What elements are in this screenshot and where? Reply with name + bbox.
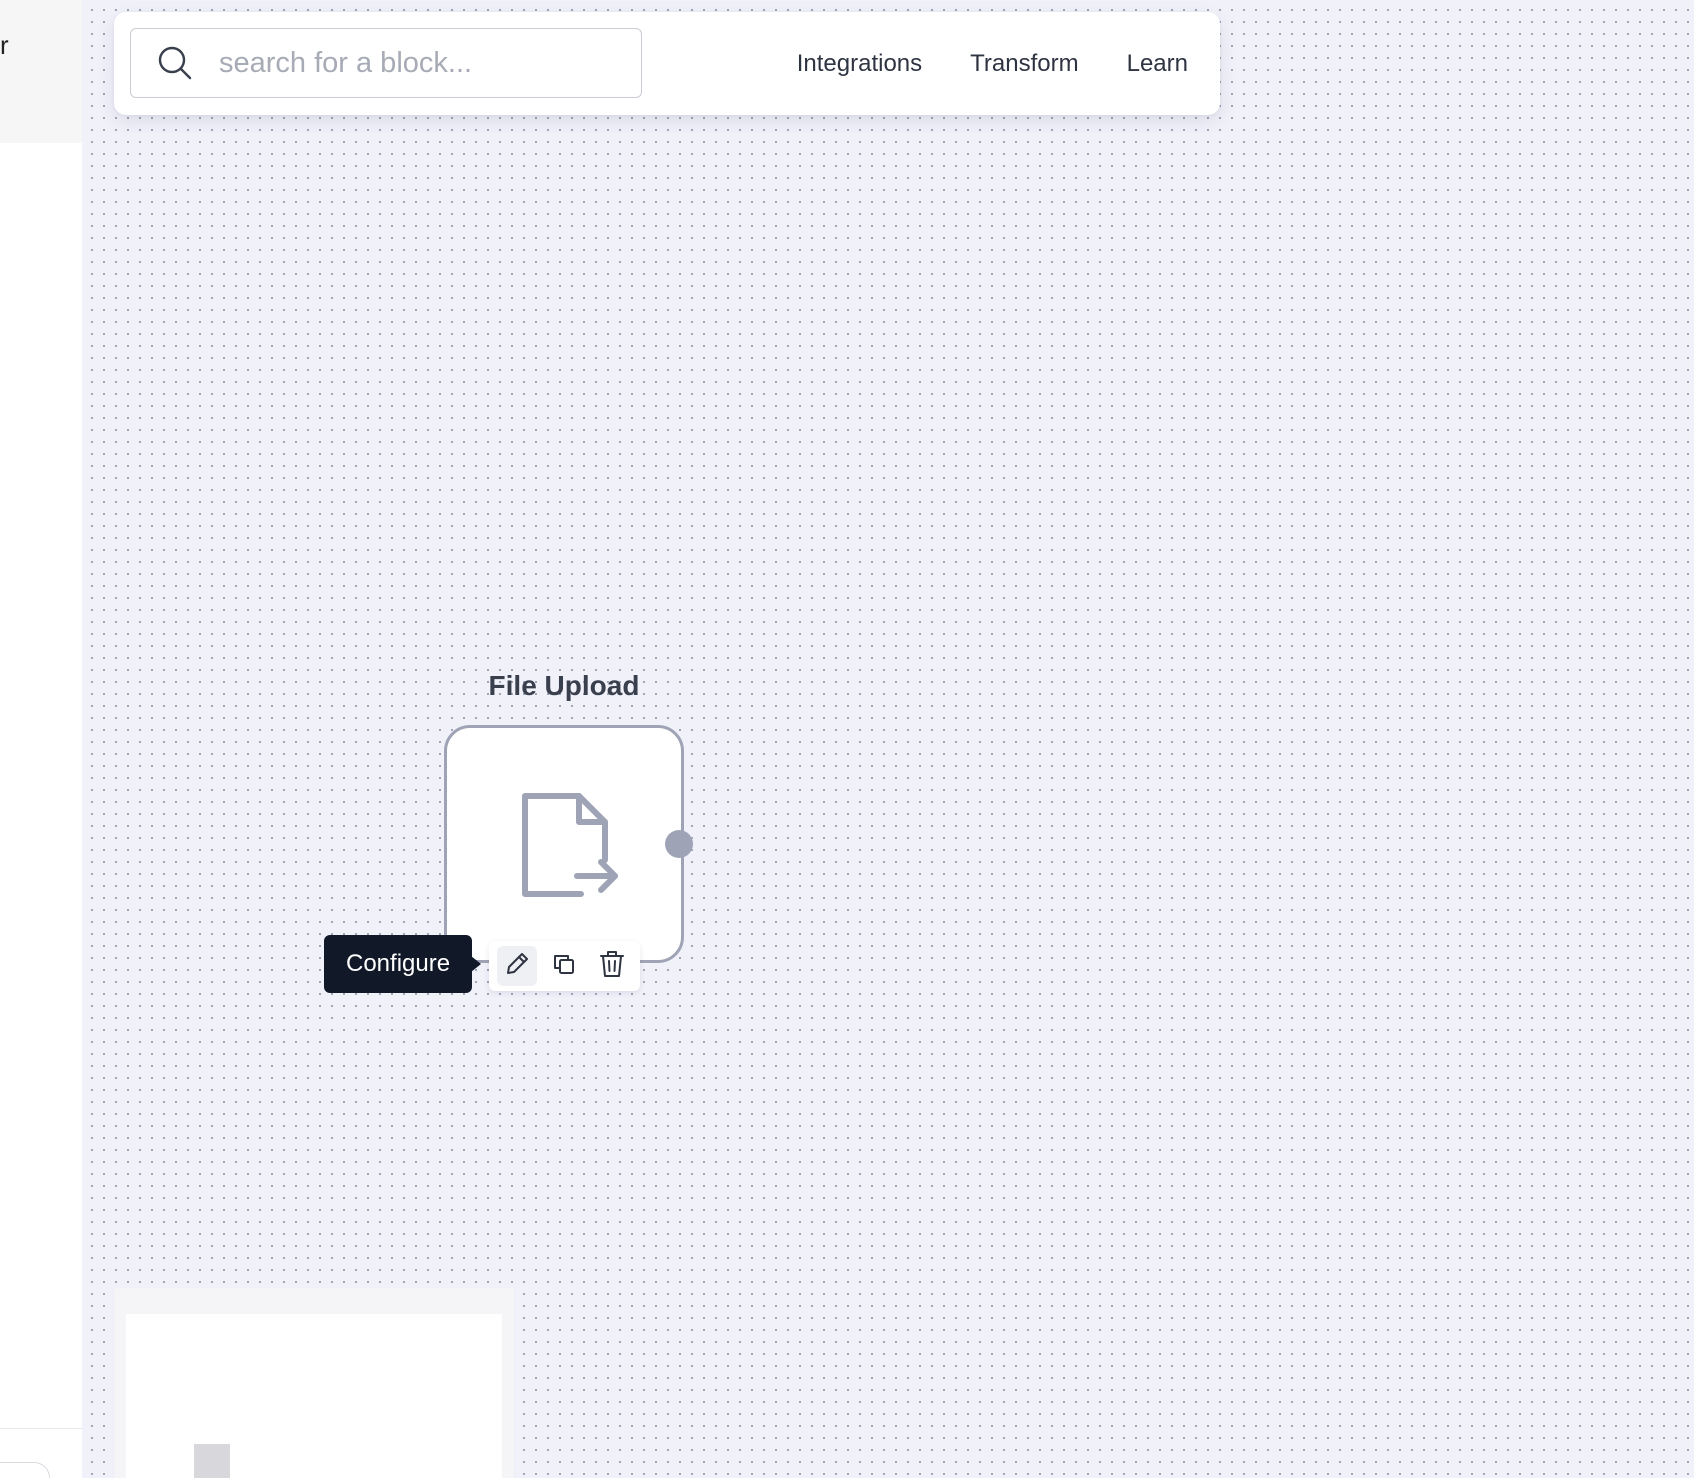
file-export-icon xyxy=(519,788,619,900)
toolbar-nav: Integrations Transform Learn xyxy=(797,12,1188,115)
nav-transform[interactable]: Transform xyxy=(970,50,1078,78)
delete-button[interactable] xyxy=(592,946,632,986)
pencil-icon xyxy=(504,951,530,982)
configure-button[interactable] xyxy=(496,946,537,986)
nav-learn[interactable]: Learn xyxy=(1127,50,1188,78)
duplicate-button[interactable] xyxy=(544,946,584,986)
sidebar-bottom-button[interactable] xyxy=(0,1462,50,1478)
node-action-bar xyxy=(489,941,640,991)
block-title: File Upload xyxy=(488,670,640,701)
sidebar-divider xyxy=(0,1428,82,1429)
search-box[interactable] xyxy=(130,28,642,98)
app-root: r Integrations Transform Learn File Uplo… xyxy=(0,0,1694,1478)
minimap-viewport[interactable] xyxy=(126,1314,502,1478)
sidebar-header: r xyxy=(0,0,82,143)
sidebar: r xyxy=(0,0,83,1478)
minimap[interactable] xyxy=(114,1288,514,1478)
search-input[interactable] xyxy=(217,45,621,81)
output-port[interactable] xyxy=(665,830,693,858)
flow-canvas[interactable] xyxy=(82,0,1694,1478)
block-toolbar: Integrations Transform Learn xyxy=(114,12,1220,115)
tooltip-text: Configure xyxy=(346,950,451,977)
trash-icon xyxy=(599,950,625,983)
minimap-node xyxy=(194,1444,230,1478)
sidebar-header-text: r xyxy=(0,30,9,60)
copy-icon xyxy=(551,951,577,982)
nav-integrations[interactable]: Integrations xyxy=(797,50,922,78)
search-icon xyxy=(155,43,195,83)
file-upload-node[interactable] xyxy=(444,725,684,963)
configure-tooltip: Configure xyxy=(324,935,482,993)
